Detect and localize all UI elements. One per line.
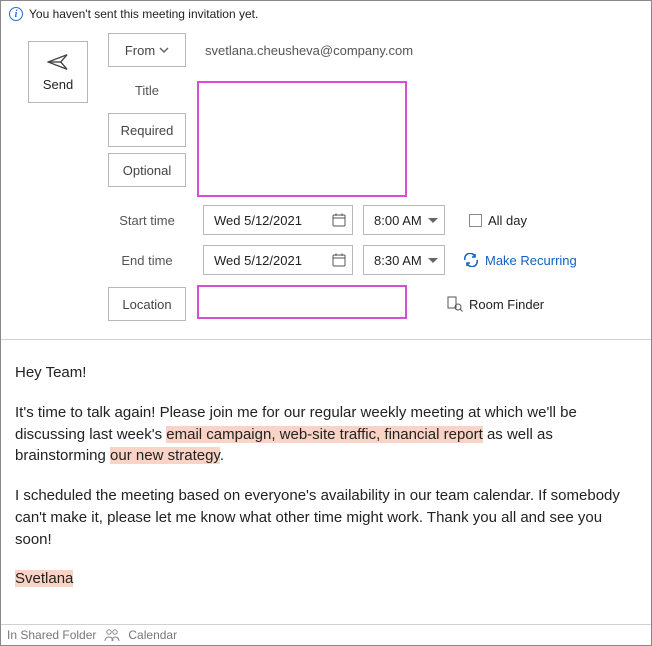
end-date-value: Wed 5/12/2021 [214,253,302,268]
meeting-body-editor[interactable]: Hey Team! It's time to talk again! Pleas… [1,339,651,618]
start-date-value: Wed 5/12/2021 [214,213,302,228]
start-time-value: 8:00 AM [374,213,422,228]
required-button[interactable]: Required [108,113,186,147]
optional-button[interactable]: Optional [108,153,186,187]
send-label: Send [43,77,73,92]
chevron-down-icon [428,258,438,263]
required-attendee[interactable]: team@company.com [207,123,347,138]
allday-checkbox[interactable]: All day [469,213,527,228]
end-time-picker[interactable]: 8:30 AM [363,245,445,275]
body-paragraph-2: I scheduled the meeting based on everyon… [15,485,637,550]
status-bar: In Shared Folder Calendar [1,624,651,645]
location-input[interactable] [207,297,387,312]
info-text: You haven't sent this meeting invitation… [29,7,258,21]
optional-label: Optional [123,163,171,178]
end-time-label: End time [108,243,186,277]
calendar-footer-label: Calendar [128,628,177,642]
recurring-label: Make Recurring [485,253,577,268]
from-button[interactable]: From [108,33,186,67]
calendar-icon [332,253,346,267]
end-time-value: 8:30 AM [374,253,422,268]
room-finder-icon [447,296,463,312]
body-signature: Svetlana [15,568,637,590]
location-label: Location [122,297,171,312]
checkbox-icon [469,214,482,227]
required-value: team@company.com [225,123,347,138]
start-time-label: Start time [108,203,186,237]
from-value: svetlana.cheusheva@company.com [203,43,413,58]
allday-label: All day [488,213,527,228]
send-button[interactable]: Send [28,41,88,103]
presence-icon [209,165,219,175]
title-label: Title [108,73,186,107]
presence-icon [209,125,219,135]
chevron-down-icon [159,45,169,55]
chevron-down-icon [428,218,438,223]
room-finder-button[interactable]: Room Finder [447,296,544,312]
body-greeting: Hey Team! [15,362,637,384]
title-input[interactable] [207,80,407,101]
send-icon [47,53,69,71]
recurring-icon [463,253,479,267]
folder-label: In Shared Folder [7,628,96,642]
make-recurring-button[interactable]: Make Recurring [463,253,577,268]
location-button[interactable]: Location [108,287,186,321]
start-time-picker[interactable]: 8:00 AM [363,205,445,235]
optional-value: manager@company.com [225,163,369,178]
room-finder-label: Room Finder [469,297,544,312]
end-date-picker[interactable]: Wed 5/12/2021 [203,245,353,275]
shared-folder-icon [104,628,120,642]
from-label: From [125,43,155,58]
info-bar: i You haven't sent this meeting invitati… [1,1,651,29]
required-label: Required [121,123,174,138]
info-icon: i [9,7,23,21]
body-paragraph-1: It's time to talk again! Please join me … [15,402,637,467]
calendar-icon [332,213,346,227]
start-date-picker[interactable]: Wed 5/12/2021 [203,205,353,235]
optional-attendee[interactable]: manager@company.com [207,163,369,178]
